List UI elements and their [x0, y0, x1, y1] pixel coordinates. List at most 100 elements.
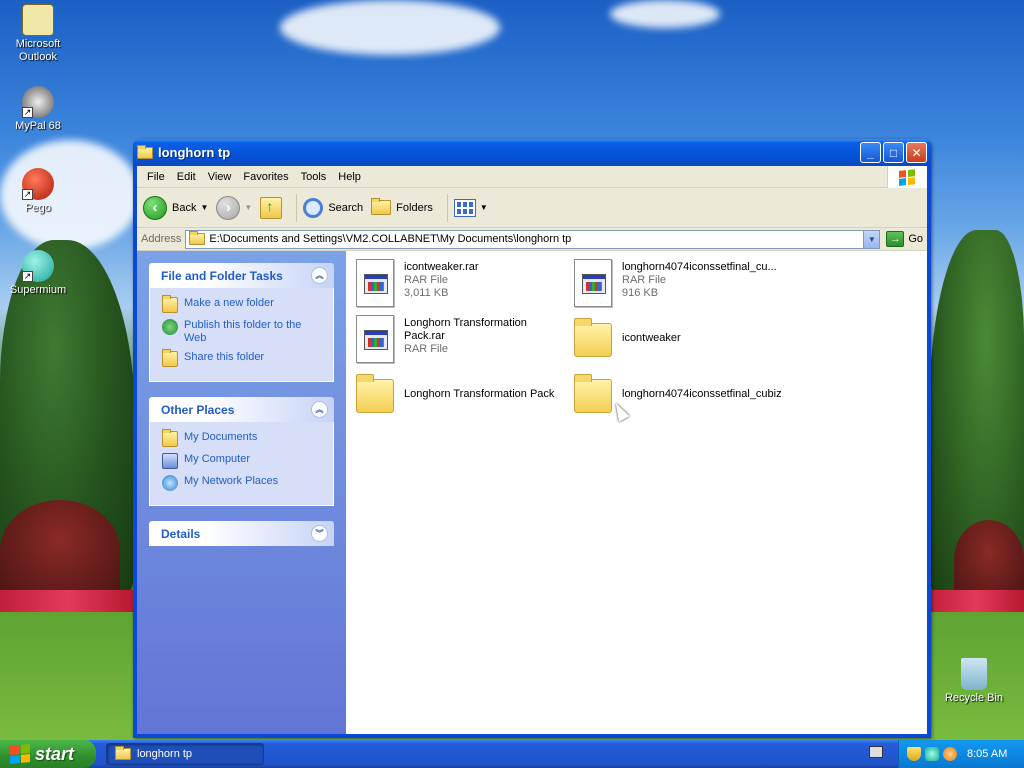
toolbar-separator [296, 193, 298, 222]
close-button[interactable]: ✕ [906, 142, 927, 163]
menu-tools[interactable]: Tools [295, 169, 333, 185]
search-button[interactable]: Search [303, 197, 363, 218]
panel-header[interactable]: Details ︾ [149, 521, 334, 546]
toolbar: ‹ Back ▼ › ▼ ↑ Search Folders ▼ [137, 188, 927, 228]
pego-icon: ↗ [22, 168, 54, 200]
chevron-down-icon[interactable]: ▼ [244, 203, 252, 212]
shortcut-arrow-icon: ↗ [22, 107, 33, 118]
folder-name: longhorn4074iconssetfinal_cubiz [622, 388, 782, 400]
forward-arrow-icon: › [216, 195, 241, 220]
address-input[interactable]: E:\Documents and Settings\VM2.COLLABNET\… [185, 229, 881, 249]
file-item[interactable]: icontweaker.rar RAR File 3,011 KB [356, 259, 566, 307]
desktop-icon-pego[interactable]: ↗ Pego [0, 168, 76, 215]
system-tray: 8:05 AM [898, 740, 1024, 768]
menu-view[interactable]: View [202, 169, 238, 185]
address-label: Address [141, 233, 182, 245]
menu-help[interactable]: Help [332, 169, 367, 185]
task-publish-folder[interactable]: Publish this folder to the Web [162, 319, 323, 345]
network-icon[interactable] [925, 747, 939, 761]
file-type: RAR File [404, 274, 449, 286]
file-name: Longhorn Transformation Pack.rar [404, 317, 527, 342]
back-arrow-icon: ‹ [143, 195, 167, 220]
taskbar-window-button[interactable]: longhorn tp [106, 743, 264, 765]
minimize-button[interactable]: _ [860, 142, 881, 163]
desktop-icon-supermium[interactable]: ↗ Supermium [0, 250, 76, 297]
folder-name: Longhorn Transformation Pack [404, 388, 555, 400]
up-button[interactable]: ↑ [260, 196, 283, 219]
publish-web-icon [162, 319, 178, 335]
place-my-computer[interactable]: My Computer [162, 453, 323, 469]
expand-chevron-icon[interactable]: ︾ [311, 525, 328, 542]
file-item[interactable]: Longhorn Transformation Pack.rar RAR Fil… [356, 315, 566, 363]
folders-button[interactable]: Folders [371, 198, 433, 215]
folder-item[interactable]: longhorn4074iconssetfinal_cubiz [574, 371, 784, 419]
folder-icon [137, 144, 153, 159]
raccoon-icon: ↗ [22, 86, 54, 118]
chevron-down-icon[interactable]: ▼ [200, 203, 208, 212]
task-share-folder[interactable]: Share this folder [162, 349, 323, 367]
windows-flag-icon [10, 743, 30, 765]
collapse-chevron-icon[interactable]: ︽ [311, 401, 328, 418]
keyboard-icon[interactable] [869, 746, 883, 758]
file-item[interactable]: longhorn4074iconssetfinal_cu... RAR File… [574, 259, 784, 307]
desktop-icon-mypal[interactable]: ↗ MyPal 68 [0, 86, 76, 133]
folder-icon [356, 374, 394, 413]
share-folder-icon [162, 349, 178, 367]
task-make-new-folder[interactable]: Make a new folder [162, 295, 323, 313]
file-name: longhorn4074iconssetfinal_cu... [622, 261, 777, 273]
views-button[interactable]: ▼ [453, 198, 488, 217]
maximize-button[interactable]: □ [883, 142, 904, 163]
menu-file[interactable]: File [141, 169, 171, 185]
chevron-down-icon[interactable]: ▼ [480, 203, 488, 212]
views-icon [453, 198, 476, 217]
forward-button[interactable]: › ▼ [216, 195, 252, 220]
folder-item[interactable]: Longhorn Transformation Pack [356, 371, 566, 419]
panel-header[interactable]: Other Places ︽ [149, 397, 334, 422]
file-size: 916 KB [622, 287, 659, 299]
explorer-body: File and Folder Tasks ︽ Make a new folde… [137, 251, 927, 734]
back-button[interactable]: ‹ Back ▼ [143, 195, 208, 220]
network-places-icon [162, 475, 178, 491]
supermium-icon: ↗ [22, 250, 54, 282]
folder-name: icontweaker [622, 332, 681, 344]
folder-up-icon: ↑ [260, 196, 283, 219]
file-folder-tasks-panel: File and Folder Tasks ︽ Make a new folde… [149, 263, 334, 382]
recycle-bin-icon [961, 658, 987, 690]
my-documents-icon [162, 429, 178, 447]
rar-file-icon [356, 315, 394, 363]
place-my-network-places[interactable]: My Network Places [162, 475, 323, 491]
file-name: icontweaker.rar [404, 261, 479, 273]
security-shield-icon[interactable] [907, 747, 921, 761]
menu-favorites[interactable]: Favorites [237, 169, 294, 185]
explorer-window: longhorn tp _ □ ✕ File Edit View Favorit… [133, 139, 931, 738]
collapse-chevron-icon[interactable]: ︽ [311, 267, 328, 284]
search-icon [303, 197, 324, 218]
place-my-documents[interactable]: My Documents [162, 429, 323, 447]
desktop-icon-recycle-bin[interactable]: Recycle Bin [936, 658, 1012, 705]
title-bar[interactable]: longhorn tp _ □ ✕ [133, 139, 931, 166]
rar-file-icon [574, 259, 612, 307]
clock[interactable]: 8:05 AM [967, 748, 1007, 760]
shortcut-arrow-icon: ↗ [22, 189, 33, 200]
task-pane: File and Folder Tasks ︽ Make a new folde… [137, 251, 346, 734]
cloud [610, 0, 720, 28]
menu-edit[interactable]: Edit [171, 169, 202, 185]
other-places-panel: Other Places ︽ My Documents My Computer [149, 397, 334, 506]
start-button[interactable]: start [0, 740, 96, 768]
flower-bed [929, 590, 1024, 612]
shortcut-arrow-icon: ↗ [22, 271, 33, 282]
folder-item[interactable]: icontweaker [574, 315, 784, 363]
bush [954, 520, 1024, 600]
search-tray-icon[interactable] [943, 747, 957, 761]
file-type: RAR File [404, 343, 449, 355]
address-value: E:\Documents and Settings\VM2.COLLABNET\… [209, 233, 572, 245]
go-button[interactable]: → Go [886, 231, 923, 247]
file-type: RAR File [622, 274, 667, 286]
desktop-icon-outlook[interactable]: Microsoft Outlook [0, 4, 76, 64]
window-title: longhorn tp [158, 145, 231, 160]
windows-logo-icon [887, 166, 927, 188]
go-arrow-icon: → [886, 231, 905, 247]
chevron-down-icon[interactable]: ▼ [863, 230, 880, 248]
panel-header[interactable]: File and Folder Tasks ︽ [149, 263, 334, 288]
bush [0, 500, 120, 600]
